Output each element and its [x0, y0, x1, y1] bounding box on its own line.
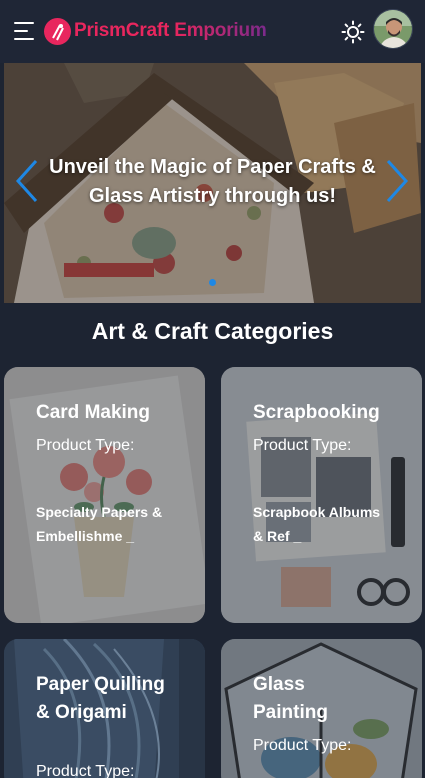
hero-title: Unveil the Magic of Paper Crafts & Glass…: [49, 156, 376, 207]
brand-logo[interactable]: PrismCraft Emporium: [44, 17, 267, 45]
category-card-paper-quilling-origami[interactable]: Paper Quilling & Origami Product Type:: [4, 639, 205, 778]
user-avatar[interactable]: [373, 9, 413, 49]
brand-name: PrismCraft Emporium: [74, 20, 267, 41]
carousel-dots: [4, 279, 421, 286]
carousel-dot-active[interactable]: [209, 279, 216, 286]
card-title: Glass Painting: [253, 674, 328, 723]
sun-theme-icon[interactable]: [341, 20, 365, 44]
card-product-type-label: Product Type:: [36, 437, 135, 454]
card-product-type-label: Product Type:: [36, 763, 135, 778]
card-product-list: Specialty Papers & Embellishme _: [36, 504, 163, 544]
logo-icon: [44, 17, 71, 45]
carousel-prev-arrow-icon[interactable]: [12, 158, 42, 204]
category-card-scrapbooking[interactable]: Scrapbooking Product Type: Scrapbook Alb…: [221, 367, 422, 623]
card-product-type-label: Product Type:: [253, 437, 352, 454]
card-title: Card Making: [36, 402, 151, 423]
carousel-next-arrow-icon[interactable]: [382, 158, 412, 204]
card-product-list: Scrapbook Albums & Ref _: [253, 504, 381, 544]
card-product-type-label: Product Type:: [253, 737, 352, 754]
category-card-glass-painting[interactable]: Glass Painting Product Type:: [221, 639, 422, 778]
hamburger-menu-icon[interactable]: [14, 22, 34, 40]
category-card-card-making[interactable]: Card Making Product Type: Specialty Pape…: [4, 367, 205, 623]
card-title: Paper Quilling & Origami: [36, 674, 165, 723]
section-title: Art & Craft Categories: [91, 318, 334, 344]
top-navbar: PrismCraft Emporium: [0, 0, 425, 63]
hero-carousel: Unveil the Magic of Paper Crafts & Glass…: [4, 63, 421, 303]
card-title: Scrapbooking: [253, 402, 380, 423]
